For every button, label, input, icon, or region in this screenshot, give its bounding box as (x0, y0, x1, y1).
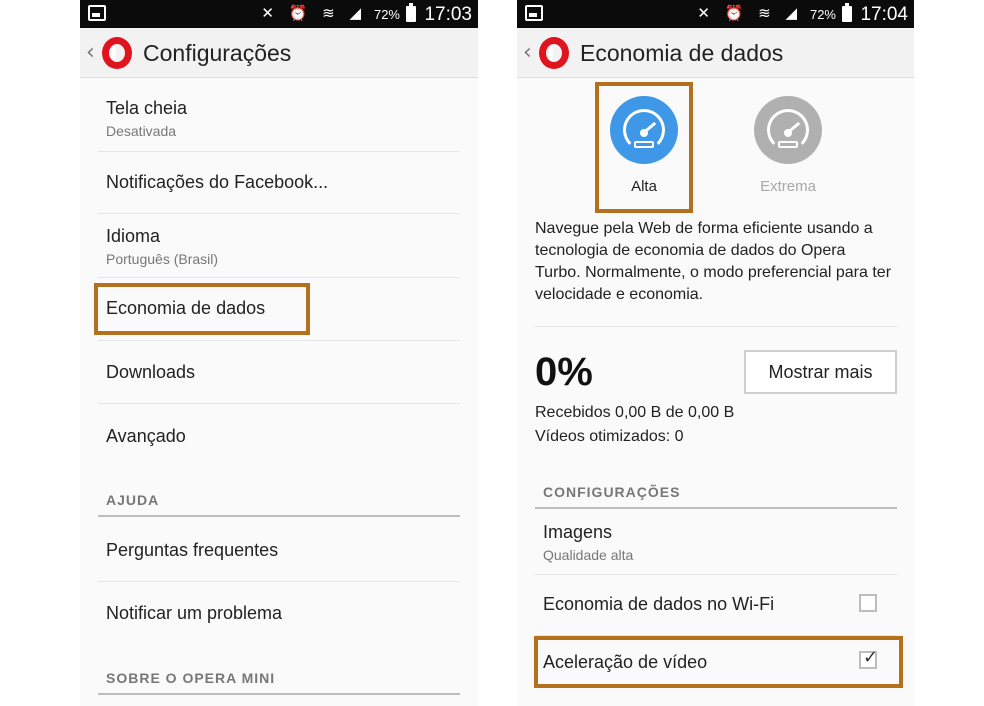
divider (98, 277, 460, 278)
app-bar: ‹ Economia de dados (517, 28, 914, 78)
item-title: Avançado (106, 426, 186, 446)
section-rule (98, 693, 460, 695)
item-title: Imagens (543, 522, 613, 542)
status-icons: ✕ ⏰ ≋ ◢ (261, 4, 366, 22)
item-subtitle: Português (Brasil) (106, 251, 219, 267)
item-title: Perguntas frequentes (106, 540, 279, 560)
divider (98, 403, 460, 404)
opera-logo-icon[interactable] (102, 37, 132, 69)
speedometer-icon (754, 96, 822, 164)
setting-wifi-saving[interactable]: Economia de dados no Wi-Fi (543, 594, 883, 615)
settings-screen: ✕ ⏰ ≋ ◢ 72% 17:03 ‹ Configurações Tela c… (80, 0, 478, 706)
divider (98, 151, 460, 152)
item-subtitle: Desativada (106, 123, 177, 139)
highlight-box (534, 636, 903, 688)
app-bar: ‹ Configurações (80, 28, 478, 78)
section-header-help: AJUDA (106, 492, 160, 508)
item-title: Tela cheia (106, 98, 188, 118)
section-rule (98, 515, 460, 517)
item-title: Notificações do Facebook... (106, 172, 329, 192)
divider (98, 581, 460, 582)
setting-fullscreen[interactable]: Tela cheia Desativada (106, 98, 446, 139)
videos-stat: Vídeos otimizados: 0 (535, 428, 684, 445)
item-title: Downloads (106, 362, 196, 382)
setting-language[interactable]: Idioma Português (Brasil) (106, 226, 446, 267)
divider (535, 574, 897, 575)
help-faq[interactable]: Perguntas frequentes (106, 540, 446, 561)
section-rule (535, 507, 897, 509)
screenshot-notification-icon (525, 5, 543, 21)
wifi-saving-checkbox[interactable] (859, 594, 877, 612)
clock: 17:04 (860, 4, 908, 25)
battery-percent: 72% (809, 7, 836, 22)
item-title: Idioma (106, 226, 161, 246)
highlight-box (595, 82, 693, 213)
back-chevron-icon[interactable]: ‹ (523, 40, 532, 65)
description-text: Navegue pela Web de forma eficiente usan… (535, 220, 892, 303)
item-subtitle: Qualidade alta (543, 547, 634, 563)
divider (535, 326, 897, 327)
back-chevron-icon[interactable]: ‹ (86, 40, 95, 65)
page-title: Economia de dados (580, 40, 784, 66)
item-title: Economia de dados no Wi-Fi (543, 594, 775, 614)
setting-advanced[interactable]: Avançado (106, 426, 446, 447)
mode-label: Extrema (760, 178, 816, 195)
show-more-button[interactable]: Mostrar mais (744, 350, 897, 394)
divider (98, 213, 460, 214)
received-stat: Recebidos 0,00 B de 0,00 B (535, 404, 735, 421)
screenshot-notification-icon (88, 5, 106, 21)
setting-images[interactable]: Imagens Qualidade alta (543, 522, 883, 563)
section-header-settings: CONFIGURAÇÕES (543, 484, 681, 500)
data-saving-screen: ✕ ⏰ ≋ ◢ 72% 17:04 ‹ Economia de dados Al… (517, 0, 914, 706)
status-bar: ✕ ⏰ ≋ ◢ 72% 17:04 (517, 0, 914, 28)
item-title: Notificar um problema (106, 603, 283, 623)
section-header-about: SOBRE O OPERA MINI (106, 670, 276, 686)
battery-icon (406, 3, 416, 22)
mode-extreme[interactable]: Extrema (740, 96, 836, 195)
status-bar: ✕ ⏰ ≋ ◢ 72% 17:03 (80, 0, 478, 28)
opera-logo-icon[interactable] (539, 37, 569, 69)
status-icons: ✕ ⏰ ≋ ◢ (697, 4, 802, 22)
battery-icon (842, 3, 852, 22)
divider (98, 340, 460, 341)
savings-percent: 0% (535, 350, 593, 394)
help-report-problem[interactable]: Notificar um problema (106, 603, 446, 624)
page-title: Configurações (143, 40, 292, 66)
battery-percent: 72% (373, 7, 400, 22)
clock: 17:03 (424, 4, 472, 25)
setting-downloads[interactable]: Downloads (106, 362, 446, 383)
highlight-box (94, 283, 310, 335)
setting-facebook-notifications[interactable]: Notificações do Facebook... (106, 172, 446, 193)
